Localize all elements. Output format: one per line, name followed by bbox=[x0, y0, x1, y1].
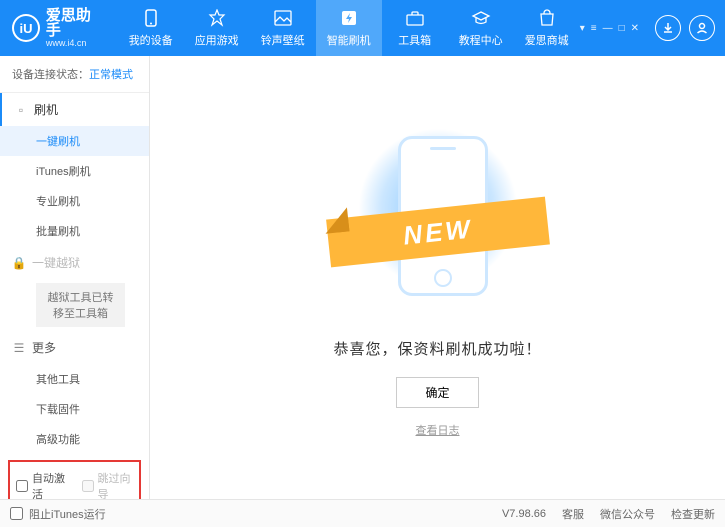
minimize-icon[interactable]: — bbox=[603, 23, 613, 34]
bag-icon bbox=[537, 8, 557, 28]
nav-toolbox[interactable]: 工具箱 bbox=[382, 0, 448, 56]
sidebar-item-batch-flash[interactable]: 批量刷机 bbox=[0, 216, 149, 246]
window-controls: ▾ ≡ — □ ✕ bbox=[580, 23, 639, 34]
sidebar-group-flash[interactable]: ▫ 刷机 bbox=[0, 93, 149, 126]
menu-lines-icon: ☰ bbox=[12, 341, 26, 355]
connection-status: 设备连接状态：正常模式 bbox=[0, 56, 149, 93]
main-content: NEW 恭喜您，保资料刷机成功啦！ 确定 查看日志 bbox=[150, 56, 725, 499]
sidebar-group-more[interactable]: ☰ 更多 bbox=[0, 331, 149, 364]
check-update-link[interactable]: 检查更新 bbox=[671, 506, 715, 522]
list-icon[interactable]: ≡ bbox=[591, 23, 597, 34]
checkbox-auto-activate[interactable]: 自动激活 bbox=[16, 470, 68, 499]
close-icon[interactable]: ✕ bbox=[631, 23, 639, 34]
wechat-link[interactable]: 微信公众号 bbox=[600, 506, 655, 522]
footer: 阻止iTunes运行 V7.98.66 客服 微信公众号 检查更新 bbox=[0, 499, 725, 527]
sidebar-item-itunes-flash[interactable]: iTunes刷机 bbox=[0, 156, 149, 186]
logo-mark: iU bbox=[12, 14, 40, 42]
highlighted-options: 自动激活 跳过向导 bbox=[8, 460, 141, 499]
nav-flash[interactable]: 智能刷机 bbox=[316, 0, 382, 56]
apps-icon bbox=[207, 8, 227, 28]
lock-icon: 🔒 bbox=[12, 256, 26, 270]
header: iU 爱思助手 www.i4.cn 我的设备 应用游戏 铃声壁纸 智能刷机 bbox=[0, 0, 725, 56]
sidebar-block-jailbreak-moved[interactable]: 越狱工具已转移至工具箱 bbox=[36, 283, 125, 327]
nav-tutorials[interactable]: 教程中心 bbox=[448, 0, 514, 56]
user-button[interactable] bbox=[689, 15, 715, 41]
success-message: 恭喜您，保资料刷机成功啦！ bbox=[333, 338, 541, 359]
version-label: V7.98.66 bbox=[502, 508, 546, 520]
ok-button[interactable]: 确定 bbox=[396, 377, 478, 408]
checkbox-skip-guide[interactable]: 跳过向导 bbox=[82, 470, 134, 499]
menu-icon[interactable]: ▾ bbox=[580, 23, 585, 34]
sidebar-group-jailbreak[interactable]: 🔒 一键越狱 bbox=[0, 246, 149, 279]
checkbox-block-itunes[interactable]: 阻止iTunes运行 bbox=[10, 506, 106, 522]
toolbox-icon bbox=[405, 8, 425, 28]
sidebar-item-pro-flash[interactable]: 专业刷机 bbox=[0, 186, 149, 216]
app-title: 爱思助手 bbox=[46, 8, 106, 38]
image-icon bbox=[273, 8, 293, 28]
sidebar-item-other-tools[interactable]: 其他工具 bbox=[0, 364, 149, 394]
download-button[interactable] bbox=[655, 15, 681, 41]
nav-ringtones[interactable]: 铃声壁纸 bbox=[250, 0, 316, 56]
top-nav: 我的设备 应用游戏 铃声壁纸 智能刷机 工具箱 教程中心 bbox=[118, 0, 580, 56]
sidebar-item-download-firmware[interactable]: 下载固件 bbox=[0, 394, 149, 424]
sidebar: 设备连接状态：正常模式 ▫ 刷机 一键刷机 iTunes刷机 专业刷机 批量刷机… bbox=[0, 56, 150, 499]
sidebar-item-oneclick-flash[interactable]: 一键刷机 bbox=[0, 126, 149, 156]
phone-small-icon: ▫ bbox=[14, 103, 28, 117]
logo: iU 爱思助手 www.i4.cn bbox=[0, 8, 118, 48]
nav-my-device[interactable]: 我的设备 bbox=[118, 0, 184, 56]
success-illustration: NEW bbox=[338, 118, 538, 318]
nav-apps-games[interactable]: 应用游戏 bbox=[184, 0, 250, 56]
graduation-icon bbox=[471, 8, 491, 28]
view-log-link[interactable]: 查看日志 bbox=[416, 422, 460, 438]
sidebar-item-advanced[interactable]: 高级功能 bbox=[0, 424, 149, 454]
support-link[interactable]: 客服 bbox=[562, 506, 584, 522]
phone-icon bbox=[141, 8, 161, 28]
flash-icon bbox=[339, 8, 359, 28]
nav-store[interactable]: 爱思商城 bbox=[514, 0, 580, 56]
app-url: www.i4.cn bbox=[46, 38, 106, 48]
maximize-icon[interactable]: □ bbox=[619, 23, 625, 34]
